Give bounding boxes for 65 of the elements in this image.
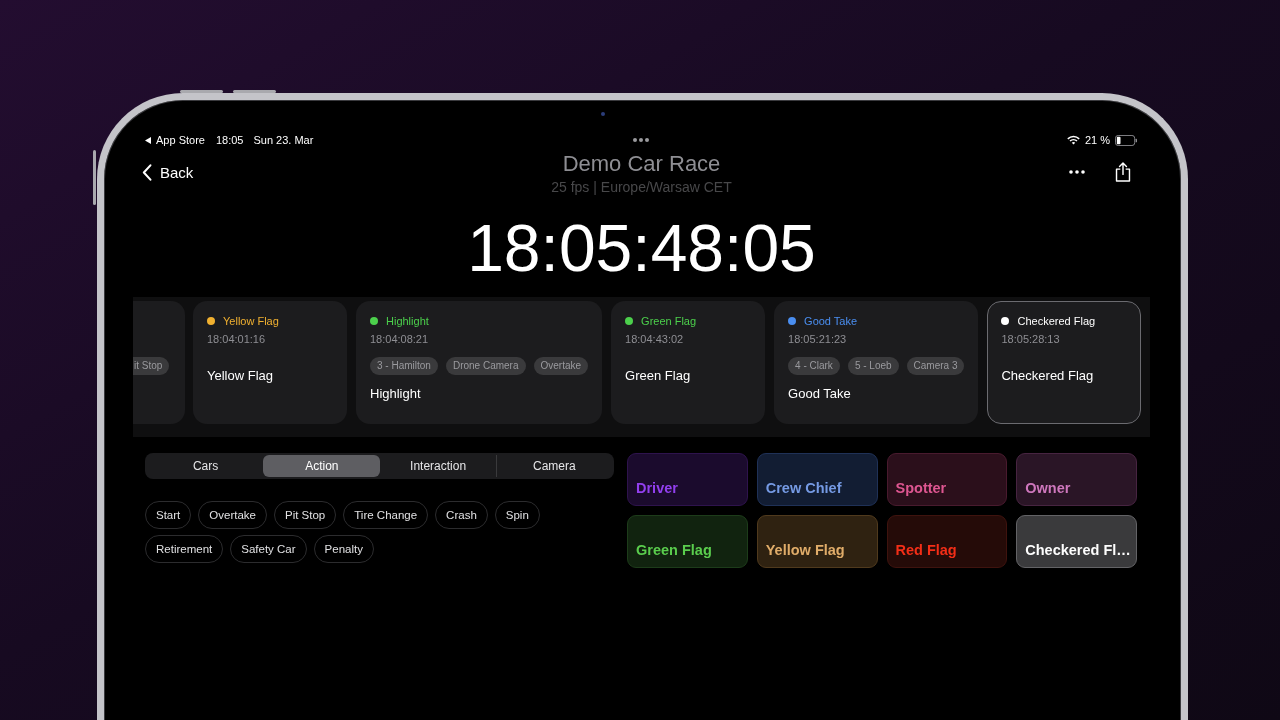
- event-title: Highlight: [370, 385, 422, 402]
- status-time: 18:05: [215, 134, 244, 146]
- action-chip[interactable]: Retirement: [145, 535, 224, 563]
- chevron-left-icon: [142, 163, 152, 181]
- event-title: Checkered Flag: [1001, 367, 1095, 384]
- action-chip[interactable]: Pit Stop: [273, 501, 337, 529]
- event-label: Highlight: [386, 314, 429, 328]
- event-time: 18:05:28:13: [1001, 332, 1061, 346]
- event-tag: 4 - Clark: [788, 357, 840, 375]
- three-dots-icon[interactable]: [633, 138, 649, 142]
- share-icon[interactable]: [1115, 162, 1131, 182]
- action-chip[interactable]: Spin: [494, 501, 540, 529]
- more-icon[interactable]: [1069, 170, 1085, 174]
- action-chip[interactable]: Penalty: [313, 535, 374, 563]
- action-chip[interactable]: Tire Change: [343, 501, 429, 529]
- tag-button[interactable]: Driver: [627, 453, 748, 506]
- segment-tab[interactable]: Cars: [147, 455, 264, 477]
- battery-icon: [1115, 134, 1137, 146]
- event-tag: Drone Camera: [445, 357, 526, 375]
- event-label: Green Flag: [641, 314, 697, 328]
- event-card[interactable]: Yellow Flag 18:04:01:16 Yellow Flag: [193, 301, 347, 424]
- back-triangle-icon: [145, 136, 151, 144]
- tag-button[interactable]: Red Flag: [886, 515, 1008, 568]
- event-time: 18:05:21:23: [788, 332, 848, 346]
- event-tag: 3 - Hamilton: [370, 357, 438, 375]
- tag-button[interactable]: Spotter: [886, 453, 1008, 506]
- action-chip[interactable]: Overtake: [198, 501, 267, 529]
- wifi-icon: [1066, 135, 1080, 145]
- status-date: Sun 23. Mar: [253, 134, 314, 146]
- event-tag: Camera 3: [906, 357, 965, 375]
- tag-button[interactable]: Crew Chief: [756, 453, 878, 506]
- event-tag: it Stop: [133, 357, 170, 375]
- event-title: Green Flag: [625, 367, 692, 384]
- tag-button[interactable]: Checkered Fl…: [1016, 515, 1137, 568]
- event-time: 18:04:08:21: [370, 332, 430, 346]
- event-label: Yellow Flag: [223, 314, 279, 328]
- tag-button[interactable]: Green Flag: [627, 515, 748, 568]
- event-tag: Overtake: [533, 357, 589, 375]
- camera-dot-icon: [601, 112, 605, 116]
- segment-tab[interactable]: Interaction: [379, 455, 496, 477]
- tag-button[interactable]: Owner: [1016, 453, 1137, 506]
- event-card[interactable]: Checkered Flag 18:05:28:13 Checkered Flag: [987, 301, 1142, 424]
- back-button[interactable]: Back: [142, 162, 194, 182]
- event-card[interactable]: Green Flag 18:04:43:02 Green Flag: [611, 301, 766, 424]
- action-chip[interactable]: Start: [145, 501, 192, 529]
- event-label: Checkered Flag: [1017, 314, 1096, 328]
- tag-button[interactable]: Yellow Flag: [756, 515, 878, 568]
- event-time: 18:04:43:02: [625, 332, 685, 346]
- page-title: Demo Car Race: [561, 150, 722, 177]
- segment-tab[interactable]: Camera: [495, 455, 612, 477]
- action-chip[interactable]: Crash: [435, 501, 488, 529]
- event-card[interactable]: Highlight 18:04:08:21 3 - Hamilton Drone Camera Overtake Highlight: [356, 301, 603, 424]
- event-card[interactable]: it Stop: [133, 301, 185, 424]
- event-title: Good Take: [788, 385, 852, 402]
- event-card[interactable]: Good Take 18:05:21:23 4 - Clark 5 - Loeb Camera 3 Good Take: [774, 301, 979, 424]
- timecode: 18:05:48:05: [466, 213, 817, 283]
- event-time: 18:04:01:16: [207, 332, 267, 346]
- event-tag: 5 - Loeb: [847, 357, 899, 375]
- back-app-link[interactable]: App Store: [156, 134, 205, 146]
- event-title: Yellow Flag: [207, 367, 274, 384]
- event-label: Good Take: [804, 314, 858, 328]
- battery-percent: 21 %: [1084, 134, 1110, 146]
- segment-tab[interactable]: Action: [263, 455, 380, 477]
- action-chip[interactable]: Safety Car: [230, 535, 307, 563]
- page-subtitle: 25 fps | Europe/Warsaw CET: [551, 178, 732, 196]
